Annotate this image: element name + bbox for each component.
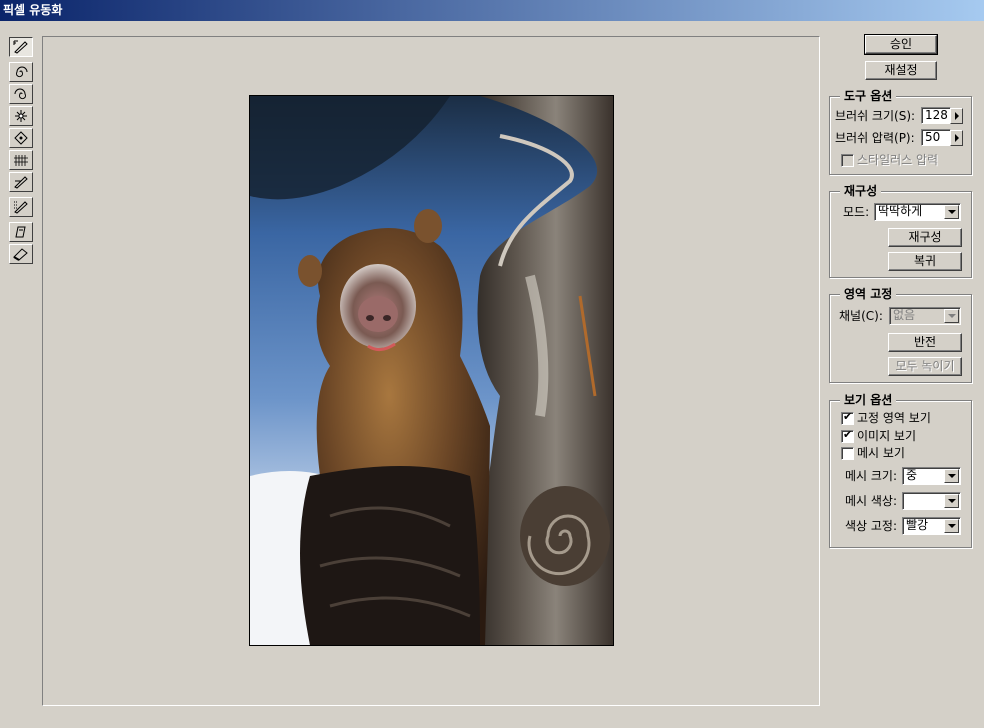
show-image-checkbox[interactable] <box>841 428 854 443</box>
brush-pressure-input[interactable]: 50 <box>921 129 951 146</box>
view-options-group: 보기 옵션 고정 영역 보기 이미지 보기 메시 보기 메시 크기: 중 메시 … <box>829 393 972 548</box>
brush-size-slider-button[interactable] <box>950 108 963 124</box>
brush-size-label: 브러쉬 크기(S): <box>835 109 916 123</box>
mode-select[interactable]: 딱딱하게 <box>874 203 961 221</box>
brush-pressure-label: 브러쉬 압력(P): <box>835 131 915 145</box>
ok-button-label: 승인 <box>889 37 913 51</box>
freeze-area-group: 영역 고정 채널(C): 없음 반전 모두 녹이기 <box>829 287 972 383</box>
reconstruction-legend: 재구성 <box>840 184 882 199</box>
reconstruct-button[interactable]: 재구성 <box>888 228 962 247</box>
revert-button[interactable]: 복귀 <box>888 252 962 271</box>
freeze-area-legend: 영역 고정 <box>840 287 897 302</box>
mode-label: 모드: <box>843 205 870 219</box>
freeze-tool-icon[interactable] <box>9 222 33 242</box>
chevron-down-icon[interactable] <box>944 494 959 508</box>
show-mesh-label: 메시 보기 <box>857 446 905 460</box>
channel-select[interactable]: 없음 <box>889 307 961 325</box>
view-options-legend: 보기 옵션 <box>840 393 897 408</box>
shift-pixels-tool-icon[interactable] <box>9 150 33 170</box>
thaw-all-button[interactable]: 모두 녹이기 <box>888 357 962 376</box>
chevron-down-icon[interactable] <box>944 469 959 483</box>
show-frozen-label: 고정 영역 보기 <box>857 411 931 425</box>
reset-button[interactable]: 재설정 <box>865 61 937 80</box>
mesh-size-label: 메시 크기: <box>845 469 898 483</box>
reconstruct-tool-icon[interactable] <box>9 197 33 217</box>
chevron-down-icon[interactable] <box>944 309 959 323</box>
thaw-all-button-label: 모두 녹이기 <box>895 359 955 373</box>
brush-pressure-slider-button[interactable] <box>950 130 963 146</box>
reconstruction-group: 재구성 모드: 딱딱하게 재구성 복귀 <box>829 184 972 278</box>
chevron-down-icon[interactable] <box>944 205 959 219</box>
distorted-bear-image[interactable] <box>249 95 614 646</box>
reset-button-label: 재설정 <box>884 63 918 77</box>
show-frozen-checkbox[interactable] <box>841 410 854 425</box>
show-mesh-checkbox[interactable] <box>841 447 854 460</box>
mode-value: 딱딱하게 <box>878 204 923 218</box>
revert-button-label: 복귀 <box>913 254 937 268</box>
freeze-color-label: 색상 고정: <box>845 519 898 533</box>
reflection-tool-icon[interactable] <box>9 172 33 192</box>
show-image-label: 이미지 보기 <box>857 429 917 443</box>
freeze-color-select[interactable]: 빨강 <box>902 517 961 535</box>
stylus-pressure-label: 스타일러스 압력 <box>857 153 939 167</box>
window-title-bar: 픽셀 유동화 <box>0 0 984 21</box>
ok-button[interactable]: 승인 <box>864 34 938 55</box>
mesh-color-label: 메시 색상: <box>845 494 898 508</box>
tool-options-legend: 도구 옵션 <box>840 89 897 104</box>
twirl-clockwise-tool-icon[interactable] <box>9 62 33 82</box>
warp-tool-icon[interactable] <box>9 37 33 57</box>
twirl-counterclockwise-tool-icon[interactable] <box>9 84 33 104</box>
reconstruct-button-label: 재구성 <box>908 230 942 244</box>
tool-options-group: 도구 옵션 브러쉬 크기(S): 128 브러쉬 압력(P): 50 스타일러스… <box>829 89 972 175</box>
thaw-tool-icon[interactable] <box>9 244 33 264</box>
window-title: 픽셀 유동화 <box>3 3 63 17</box>
channel-value: 없음 <box>893 308 916 322</box>
mesh-size-value: 중 <box>906 468 918 482</box>
pucker-tool-icon[interactable] <box>9 106 33 126</box>
invert-button-label: 반전 <box>913 335 937 349</box>
mesh-color-select[interactable] <box>902 492 961 510</box>
bloat-tool-icon[interactable] <box>9 128 33 148</box>
brush-size-input[interactable]: 128 <box>921 107 951 124</box>
freeze-color-value: 빨강 <box>906 518 929 532</box>
stylus-pressure-checkbox[interactable] <box>841 154 854 167</box>
mesh-size-select[interactable]: 중 <box>902 467 961 485</box>
chevron-down-icon[interactable] <box>944 519 959 533</box>
invert-button[interactable]: 반전 <box>888 333 962 352</box>
channel-label: 채널(C): <box>839 309 883 323</box>
